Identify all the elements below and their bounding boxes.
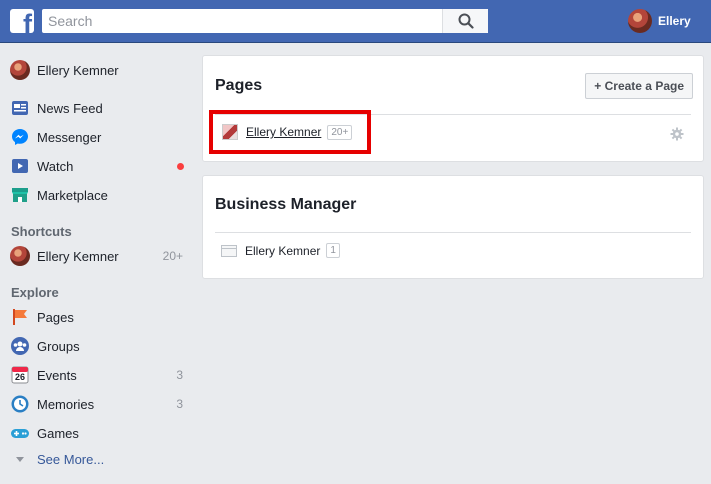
search-box xyxy=(42,9,488,33)
shortcuts-header: Shortcuts xyxy=(11,224,72,239)
avatar xyxy=(10,60,30,80)
search-input[interactable] xyxy=(42,9,438,33)
nav-count: 3 xyxy=(176,397,183,411)
see-more-link[interactable]: See More... xyxy=(10,447,188,471)
nav-groups[interactable]: Groups xyxy=(10,334,188,358)
nav-pages[interactable]: Pages xyxy=(10,305,188,329)
calendar-day: 26 xyxy=(14,372,25,382)
nav-events[interactable]: 26 Events 3 xyxy=(10,363,188,387)
nav-games[interactable]: Games xyxy=(10,421,188,445)
memories-clock-icon xyxy=(10,394,30,414)
business-manager-title: Business Manager xyxy=(215,196,357,213)
explore-header: Explore xyxy=(11,285,59,300)
calendar-icon: 26 xyxy=(10,365,30,385)
create-page-button[interactable]: + Create a Page xyxy=(585,73,693,99)
business-name: Ellery Kemner xyxy=(245,243,321,258)
nav-count: 3 xyxy=(176,368,183,382)
facebook-logo-icon[interactable]: f xyxy=(10,9,34,33)
notification-dot xyxy=(177,162,184,170)
watch-icon xyxy=(10,156,30,176)
divider xyxy=(215,232,691,233)
shortcut-label: Ellery Kemner xyxy=(37,248,119,264)
nav-profile-label: Ellery Kemner xyxy=(37,62,119,78)
nav-messenger[interactable]: Messenger xyxy=(10,125,188,149)
nav-label: Watch xyxy=(37,158,74,174)
top-user-name: Ellery xyxy=(658,14,691,28)
chevron-down-icon xyxy=(10,449,30,469)
avatar xyxy=(628,9,652,33)
top-bar: f Ellery xyxy=(0,0,711,43)
pages-card-title: Pages xyxy=(215,77,263,94)
news-feed-icon xyxy=(10,98,30,118)
nav-label: Events xyxy=(37,367,77,383)
business-window-icon xyxy=(221,244,237,257)
nav-memories[interactable]: Memories 3 xyxy=(10,392,188,416)
nav-watch[interactable]: Watch xyxy=(10,154,188,178)
search-button[interactable] xyxy=(442,9,488,33)
pages-flag-icon xyxy=(10,307,30,327)
messenger-icon xyxy=(10,127,30,147)
marketplace-icon xyxy=(10,185,30,205)
nav-marketplace[interactable]: Marketplace xyxy=(10,183,188,207)
groups-icon xyxy=(10,336,30,356)
search-icon xyxy=(458,13,474,29)
nav-label: Games xyxy=(37,425,79,441)
nav-label: News Feed xyxy=(37,100,103,116)
shortcut-item[interactable]: Ellery Kemner 20+ xyxy=(10,244,188,268)
nav-label: Groups xyxy=(37,338,80,354)
nav-label: Messenger xyxy=(37,129,102,145)
gear-icon[interactable] xyxy=(670,127,684,141)
business-manager-card: Business Manager Ellery Kemner 1 xyxy=(202,175,704,279)
gamepad-icon xyxy=(10,423,30,443)
shortcut-count: 20+ xyxy=(162,249,183,263)
nav-profile[interactable]: Ellery Kemner xyxy=(10,58,188,82)
nav-label: Pages xyxy=(37,309,74,325)
highlight-box xyxy=(209,110,371,154)
avatar xyxy=(10,246,30,266)
nav-label: Memories xyxy=(37,396,95,412)
nav-label: Marketplace xyxy=(37,187,108,203)
see-more-label: See More... xyxy=(37,451,105,467)
top-profile-link[interactable]: Ellery xyxy=(628,8,691,34)
nav-news-feed[interactable]: News Feed xyxy=(10,96,188,120)
business-row[interactable]: Ellery Kemner 1 xyxy=(221,243,340,258)
business-count-badge: 1 xyxy=(326,243,340,258)
